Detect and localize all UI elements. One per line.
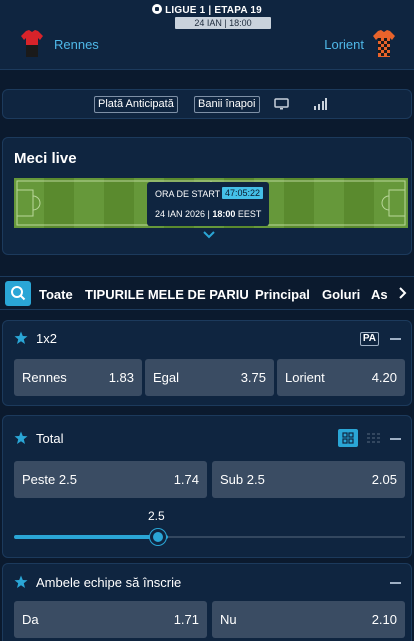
- odds-value: 1.71: [173, 612, 199, 627]
- tab-goals[interactable]: Goluri: [322, 287, 360, 302]
- market-title: 1x2: [36, 331, 57, 346]
- odds-button-away[interactable]: Lorient 4.20: [277, 359, 405, 396]
- star-icon[interactable]: [14, 575, 28, 589]
- odds-button-no[interactable]: Nu 2.10: [212, 601, 405, 638]
- stats-icon[interactable]: [313, 98, 327, 110]
- match-date-badge: 24 IAN | 18:00: [175, 17, 271, 29]
- start-label: ORA DE START: [155, 189, 221, 199]
- odds-value: 2.05: [371, 472, 397, 487]
- slider-thumb[interactable]: [150, 529, 166, 545]
- odds-label: Sub 2.5: [220, 472, 265, 487]
- collapse-icon[interactable]: [390, 438, 401, 440]
- match-header: LIGUE 1 | ETAPA 19 24 IAN | 18:00 Rennes…: [0, 0, 414, 70]
- market-1x2: 1x2 PA Rennes 1.83 Egal 3.75 Lorient 4.2…: [2, 320, 412, 406]
- odds-label: Da: [22, 612, 39, 627]
- league-info: LIGUE 1 | ETAPA 19: [0, 4, 414, 16]
- tab-more[interactable]: As: [371, 287, 388, 302]
- tab-my-bet-types[interactable]: TIPURILE MELE DE PARIU: [85, 287, 249, 302]
- star-icon[interactable]: [14, 431, 28, 445]
- live-match-card: Meci live ORA DE START 47:05:22 24 IAN 2…: [2, 137, 412, 255]
- chevron-down-icon[interactable]: [202, 230, 216, 240]
- early-payout-chip[interactable]: Plată Anticipată: [94, 96, 178, 113]
- odds-label: Rennes: [22, 370, 67, 385]
- odds-value: 3.75: [240, 370, 266, 385]
- tab-all[interactable]: Toate: [39, 287, 73, 302]
- odds-button-under[interactable]: Sub 2.5 2.05: [212, 461, 405, 498]
- away-shirt-icon: [373, 30, 395, 57]
- football-icon: [152, 4, 163, 14]
- market-btts: Ambele echipe să înscrie Da 1.71 Nu 2.10: [2, 563, 412, 641]
- live-title: Meci live: [14, 150, 77, 167]
- search-icon: [11, 286, 26, 301]
- list-view-icon[interactable]: [363, 429, 383, 447]
- odds-button-draw[interactable]: Egal 3.75: [145, 359, 274, 396]
- bet-features-bar: Plată Anticipată Banii înapoi: [2, 89, 412, 119]
- search-button[interactable]: [5, 281, 31, 306]
- market-total: Total Peste 2.5 1.74 Sub 2.5 2.05 2.5: [2, 415, 412, 558]
- market-title: Total: [36, 431, 64, 446]
- collapse-icon[interactable]: [390, 582, 401, 584]
- market-title: Ambele echipe să înscrie: [36, 575, 182, 590]
- early-payout-tag: PA: [359, 332, 379, 346]
- league-label: LIGUE 1 | ETAPA 19: [165, 5, 262, 16]
- odds-label: Egal: [153, 370, 180, 385]
- odds-value: 4.20: [371, 370, 397, 385]
- countdown-badge: 47:05:22: [222, 187, 264, 199]
- odds-label: Lorient: [285, 370, 325, 385]
- slider-track[interactable]: [168, 536, 405, 538]
- odds-button-home[interactable]: Rennes 1.83: [14, 359, 142, 396]
- tab-main[interactable]: Principal: [255, 287, 310, 302]
- odds-label: Nu: [220, 612, 237, 627]
- away-team-name[interactable]: Lorient: [324, 37, 364, 52]
- tv-icon[interactable]: [274, 98, 289, 110]
- home-team-name[interactable]: Rennes: [54, 37, 99, 52]
- collapse-icon[interactable]: [390, 338, 401, 340]
- odds-button-yes[interactable]: Da 1.71: [14, 601, 207, 638]
- odds-button-over[interactable]: Peste 2.5 1.74: [14, 461, 207, 498]
- home-shirt-icon: [21, 30, 43, 57]
- slider-value: 2.5: [148, 509, 165, 523]
- market-tabs: Toate TIPURILE MELE DE PARIU Principal G…: [0, 276, 414, 310]
- odds-value: 2.10: [371, 612, 397, 627]
- odds-label: Peste 2.5: [22, 472, 77, 487]
- grid-view-icon[interactable]: [338, 429, 358, 447]
- slider-fill[interactable]: [14, 535, 168, 539]
- odds-value: 1.74: [173, 472, 199, 487]
- chevron-right-icon[interactable]: [396, 286, 408, 300]
- odds-value: 1.83: [108, 370, 134, 385]
- money-back-chip[interactable]: Banii înapoi: [194, 96, 260, 113]
- star-icon[interactable]: [14, 331, 28, 345]
- start-time-panel: ORA DE START 47:05:22 24 IAN 2026 | 18:0…: [147, 182, 269, 226]
- start-date: 24 IAN 2026 | 18:00 EEST: [155, 209, 262, 219]
